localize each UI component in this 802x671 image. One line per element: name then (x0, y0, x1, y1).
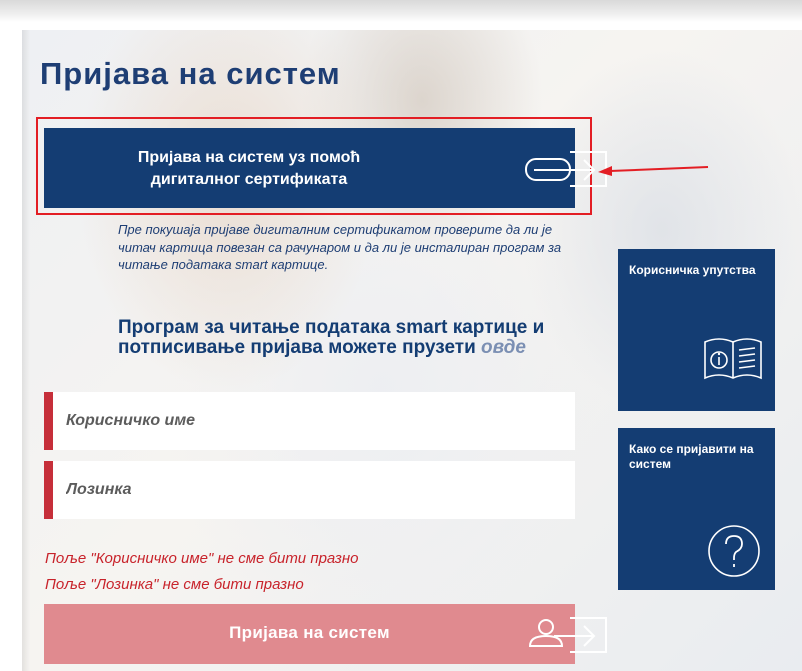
cert-login-button[interactable]: Пријава на систем уз помоћ дигиталног се… (44, 128, 607, 208)
password-field-accent (44, 461, 53, 519)
validation-errors: Поље "Корисничко име" не сме бити празно… (45, 546, 359, 598)
page-edge-shadow (22, 30, 30, 671)
cert-login-label-line2: дигиталног сертификата (150, 171, 348, 188)
user-manuals-tile[interactable]: Корисничка упутства (618, 249, 775, 411)
username-field (44, 392, 575, 450)
cert-login-label-line1: Пријава на систем уз помоћ (137, 149, 361, 166)
program-download-link[interactable]: овде (481, 337, 526, 358)
cert-login-label: Пријава на систем уз помоћ дигиталног се… (44, 147, 454, 191)
password-field (44, 461, 575, 519)
login-button[interactable]: Пријава на систем (44, 604, 607, 664)
cert-notice-text: Пре покушаја пријаве дигиталним сертифик… (118, 222, 562, 272)
username-error: Поље "Корисничко име" не сме бити празно (45, 550, 359, 567)
how-to-login-label: Како се пријавити на систем (629, 442, 754, 471)
page-title: Пријава на систем (40, 56, 341, 91)
password-input[interactable] (66, 461, 566, 519)
pointer-arrow-icon (598, 166, 709, 176)
user-manuals-label: Корисничка упутства (629, 263, 756, 277)
username-input[interactable] (66, 392, 566, 450)
username-field-accent (44, 392, 53, 450)
program-download-text: Програм за читање података smart картице… (118, 318, 578, 358)
user-arrow-icon (528, 617, 607, 653)
how-to-login-tile[interactable]: Како се пријавити на систем (618, 428, 775, 590)
info-book-icon (704, 338, 762, 380)
question-circle-icon (708, 525, 760, 577)
password-error: Поље "Лозинка" не сме бити празно (45, 576, 304, 593)
card-arrow-icon (525, 151, 607, 187)
login-button-label: Пријава на систем (229, 623, 390, 642)
